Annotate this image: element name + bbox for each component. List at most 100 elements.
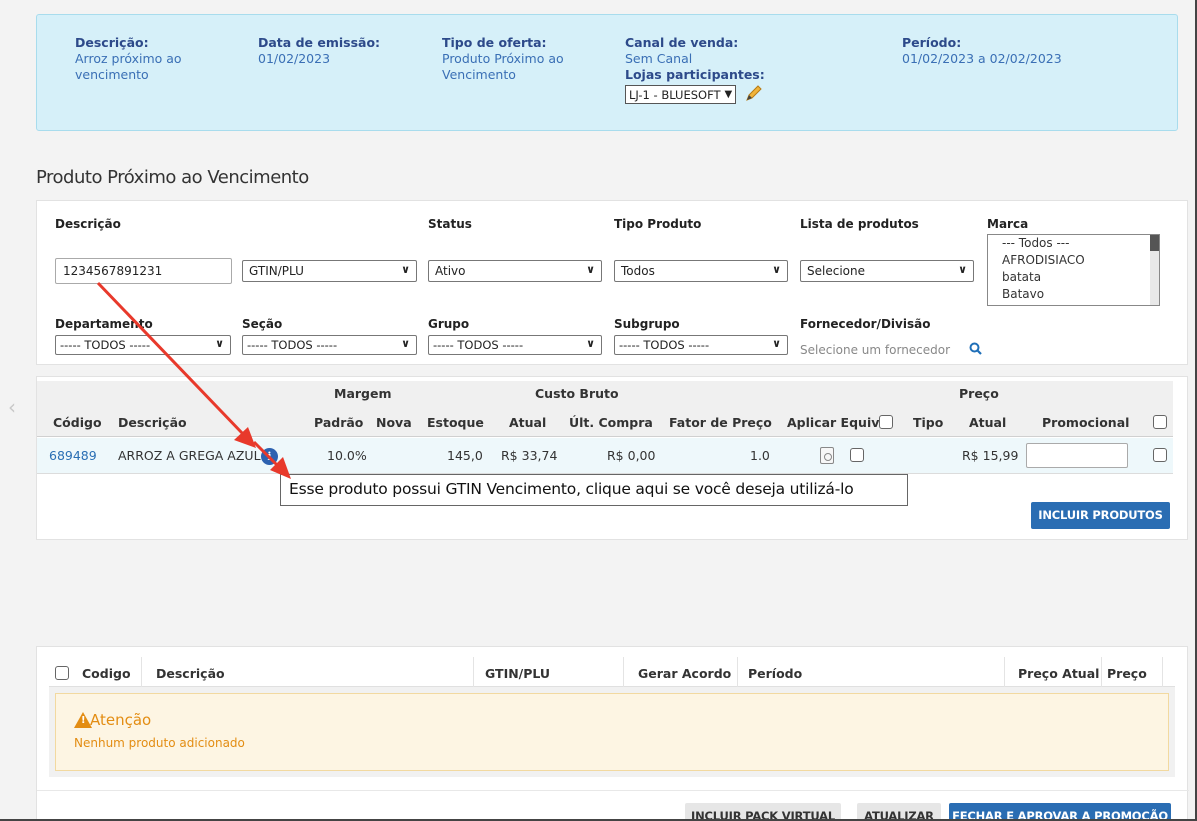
col-tipo[interactable]: Tipo: [913, 415, 943, 430]
bcol-codigo: Codigo: [82, 666, 131, 681]
tipo-busca-value: GTIN/PLU: [249, 264, 304, 278]
col-aplicar-equiv[interactable]: Aplicar Equiv.: [787, 415, 883, 430]
document-search-icon[interactable]: [820, 447, 834, 464]
col-nova[interactable]: Nova: [376, 415, 412, 430]
tipo-produto-value: Todos: [621, 264, 655, 278]
secao-value: ----- TODOS -----: [247, 338, 338, 352]
info-descricao: Descrição: Arroz próximo ao vencimento: [75, 35, 182, 83]
group-margem: Margem: [334, 386, 392, 401]
marca-option[interactable]: --- Todos ---: [988, 235, 1159, 252]
status-value: Ativo: [435, 264, 466, 278]
filter-status-label: Status: [428, 217, 472, 231]
alert-title: Atenção: [90, 711, 152, 729]
chevron-down-icon: ∨: [958, 263, 967, 276]
table-row: 689489 ARROZ A GREGA AZUL i 10.0% 145,0 …: [37, 438, 1173, 474]
chevron-left-icon[interactable]: ‹: [8, 395, 16, 419]
filter-secao-label: Seção: [242, 317, 283, 331]
tipo-oferta-label: Tipo de oferta:: [442, 35, 547, 50]
canal-venda-label: Canal de venda:: [625, 35, 739, 50]
atualizar-button[interactable]: ATUALIZAR: [857, 803, 941, 819]
bcol-periodo: Período: [748, 666, 803, 681]
incluir-pack-virtual-button[interactable]: INCLUIR PACK VIRTUAL: [685, 803, 841, 819]
pencil-icon[interactable]: [744, 83, 764, 107]
descricao-input[interactable]: 1234567891231: [55, 258, 232, 284]
tipo-busca-select[interactable]: GTIN/PLU ∨: [242, 260, 417, 282]
info-tipo: Tipo de oferta: Produto Próximo ao Venci…: [442, 35, 564, 83]
aplicar-equiv-all-checkbox[interactable]: [879, 415, 893, 429]
action-bar: INCLUIR PACK VIRTUAL ATUALIZAR FECHAR E …: [37, 790, 1189, 819]
grid-group-header: Margem Custo Bruto Preço: [37, 381, 1173, 407]
bottom-select-all-checkbox[interactable]: [55, 666, 69, 680]
col-estoque[interactable]: Estoque: [427, 415, 484, 430]
chevron-down-icon: ∨: [772, 337, 781, 350]
grid-header: Código Descrição Padrão Nova Estoque Atu…: [37, 407, 1173, 437]
aplicar-equiv-checkbox[interactable]: [850, 448, 864, 462]
info-icon[interactable]: i: [261, 448, 278, 465]
lista-produtos-select[interactable]: Selecione ∨: [800, 260, 974, 282]
row-custo-atual: R$ 33,74: [501, 448, 558, 463]
group-preco: Preço: [959, 386, 999, 401]
col-codigo[interactable]: Código: [53, 415, 102, 430]
lojas-select[interactable]: LJ-1 - BLUESOFT ▼: [625, 85, 737, 104]
row-padrao: 10.0%: [327, 448, 367, 463]
section-title: Produto Próximo ao Vencimento: [36, 167, 309, 188]
search-icon[interactable]: [969, 342, 982, 358]
row-ult-compra: R$ 0,00: [607, 448, 656, 463]
bcol-preco-atual: Preço Atual: [1018, 666, 1100, 681]
info-data: Data de emissão: 01/02/2023: [258, 35, 380, 67]
lojas-selected-value: LJ-1 - BLUESOFT: [629, 87, 721, 102]
chevron-down-icon: ∨: [586, 337, 595, 350]
tipo-produto-select[interactable]: Todos ∨: [614, 260, 788, 282]
info-canal: Canal de venda: Sem Canal Lojas particip…: [625, 35, 765, 107]
chevron-down-icon: ∨: [215, 337, 224, 350]
secao-select[interactable]: ----- TODOS ----- ∨: [242, 335, 417, 355]
marca-listbox[interactable]: --- Todos --- AFRODISIACO batata Batavo: [987, 234, 1160, 306]
marca-option[interactable]: AFRODISIACO: [988, 252, 1159, 269]
bcol-preco: Preço: [1107, 666, 1147, 681]
descricao-value-line1: Arroz próximo ao: [75, 51, 182, 66]
departamento-select[interactable]: ----- TODOS ----- ∨: [55, 335, 231, 355]
row-descricao: ARROZ A GREGA AZUL: [118, 448, 261, 463]
lojas-label: Lojas participantes:: [625, 67, 765, 82]
filter-fornecedor-label: Fornecedor/Divisão: [800, 317, 931, 331]
filters-panel: Descrição 1234567891231 GTIN/PLU ∨ Status…: [36, 200, 1188, 365]
filter-lista-label: Lista de produtos: [800, 217, 919, 231]
lista-produtos-value: Selecione: [807, 264, 865, 278]
row-codigo-link[interactable]: 689489: [49, 448, 97, 463]
select-all-checkbox[interactable]: [1153, 415, 1167, 429]
col-preco-atual[interactable]: Atual: [969, 415, 1006, 430]
filter-departamento-label: Departamento: [55, 317, 153, 331]
filter-grupo-label: Grupo: [428, 317, 470, 331]
marca-scrollbar[interactable]: [1150, 235, 1159, 305]
marca-option[interactable]: Batavo: [988, 286, 1159, 303]
promocional-input[interactable]: [1026, 443, 1128, 468]
subgrupo-select[interactable]: ----- TODOS ----- ∨: [614, 335, 788, 355]
col-fator-preco[interactable]: Fator de Preço: [669, 415, 772, 430]
fechar-aprovar-button[interactable]: FECHAR E APROVAR A PROMOÇÃO: [949, 803, 1171, 819]
grupo-select[interactable]: ----- TODOS ----- ∨: [428, 335, 602, 355]
col-promocional[interactable]: Promocional: [1042, 415, 1129, 430]
chevron-down-icon: ∨: [586, 263, 595, 276]
filter-subgrupo-label: Subgrupo: [614, 317, 680, 331]
col-atual[interactable]: Atual: [509, 415, 546, 430]
chevron-down-icon: ∨: [401, 263, 410, 276]
tipo-oferta-value-line1: Produto Próximo ao: [442, 51, 564, 66]
row-select-checkbox[interactable]: [1153, 448, 1167, 462]
marca-option[interactable]: batata: [988, 269, 1159, 286]
col-descricao[interactable]: Descrição: [118, 415, 187, 430]
page-frame: Descrição: Arroz próximo ao vencimento D…: [0, 0, 1197, 821]
promotion-info-panel: Descrição: Arroz próximo ao vencimento D…: [36, 14, 1178, 131]
bcol-gtin: GTIN/PLU: [485, 666, 551, 681]
col-padrao[interactable]: Padrão: [314, 415, 363, 430]
status-select[interactable]: Ativo ∨: [428, 260, 602, 282]
selected-products-header: Codigo Descrição GTIN/PLU Gerar Acordo P…: [49, 657, 1175, 687]
filter-marca-label: Marca: [987, 217, 1029, 231]
fornecedor-field[interactable]: Selecione um fornecedor: [800, 343, 950, 357]
departamento-value: ----- TODOS -----: [60, 338, 151, 352]
row-fator-preco: 1.0: [750, 448, 770, 463]
data-emissao-label: Data de emissão:: [258, 35, 381, 50]
col-ult-compra[interactable]: Últ. Compra: [569, 415, 653, 430]
canal-venda-value: Sem Canal: [625, 51, 693, 66]
filter-tipo-produto-label: Tipo Produto: [614, 217, 702, 231]
incluir-produtos-button[interactable]: INCLUIR PRODUTOS: [1031, 502, 1170, 529]
